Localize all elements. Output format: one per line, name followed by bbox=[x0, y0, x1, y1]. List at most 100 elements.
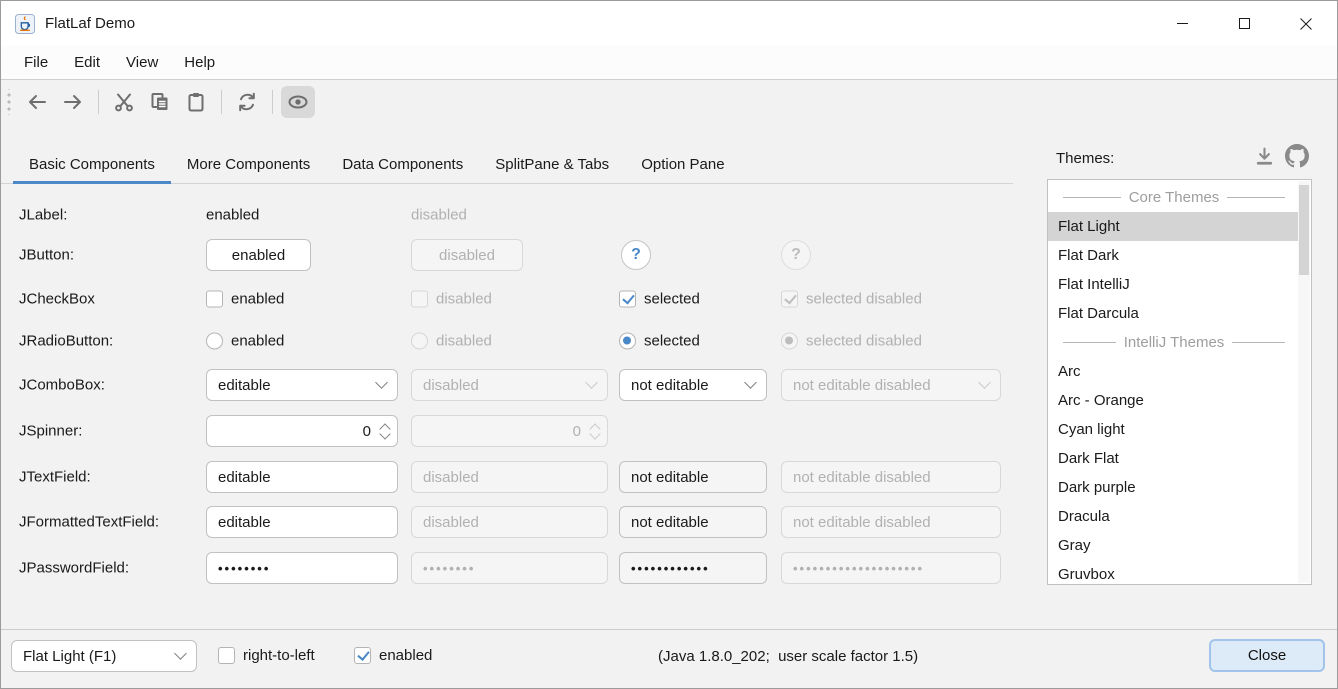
right-to-left-label: right-to-left bbox=[243, 647, 315, 664]
theme-switcher-value: Flat Light (F1) bbox=[23, 648, 116, 665]
minimize-button[interactable] bbox=[1151, 1, 1213, 46]
checkbox-checked-icon bbox=[619, 291, 636, 308]
menu-help[interactable]: Help bbox=[171, 49, 228, 76]
chevron-down-icon bbox=[174, 647, 187, 660]
radio-selected-icon bbox=[619, 333, 636, 350]
download-icon[interactable] bbox=[1253, 145, 1276, 168]
theme-item-arc-orange[interactable]: Arc - Orange bbox=[1048, 386, 1300, 415]
textfield-not-editable[interactable]: not editable bbox=[619, 461, 767, 493]
theme-item-dark-flat[interactable]: Dark Flat bbox=[1048, 444, 1300, 473]
checkbox-selected-label: selected bbox=[644, 291, 700, 308]
row-jpasswordfield: JPasswordField: •••••••• •••••••• ••••••… bbox=[19, 550, 1019, 586]
radio-icon bbox=[206, 333, 223, 350]
textfield-editable[interactable]: editable bbox=[206, 461, 398, 493]
combobox-editable[interactable]: editable bbox=[206, 369, 398, 401]
spinner-buttons-disabled bbox=[591, 425, 599, 438]
close-icon bbox=[1299, 17, 1313, 31]
themes-scrollbar-thumb[interactable] bbox=[1299, 185, 1309, 275]
spinner-disabled-value: 0 bbox=[423, 423, 591, 440]
menu-edit[interactable]: Edit bbox=[61, 49, 113, 76]
arrow-right-icon bbox=[62, 91, 84, 113]
java-app-icon bbox=[15, 14, 35, 34]
textfield-disabled: disabled bbox=[411, 461, 608, 493]
separator-line bbox=[1063, 197, 1121, 198]
radio-selected[interactable]: selected bbox=[619, 333, 700, 350]
maximize-button[interactable] bbox=[1213, 1, 1275, 46]
checkbox-checked-icon bbox=[781, 291, 798, 308]
combobox-disabled-value: disabled bbox=[423, 377, 479, 394]
themes-scrollbar[interactable] bbox=[1298, 181, 1310, 583]
tab-more-components[interactable]: More Components bbox=[171, 147, 326, 184]
radio-icon bbox=[411, 333, 428, 350]
tab-basic-components[interactable]: Basic Components bbox=[13, 147, 171, 184]
radio-enabled[interactable]: enabled bbox=[206, 333, 284, 350]
row-jformattedtextfield: JFormattedTextField: editable disabled n… bbox=[19, 504, 1019, 540]
formatted-textfield-not-editable[interactable]: not editable bbox=[619, 506, 767, 538]
close-window-button[interactable] bbox=[1275, 1, 1337, 46]
enabled-checkbox[interactable]: enabled bbox=[354, 647, 432, 664]
checkbox-checked-icon bbox=[354, 647, 371, 664]
cut-button[interactable] bbox=[107, 86, 141, 118]
combobox-not-editable-disabled: not editable disabled bbox=[781, 369, 1001, 401]
back-button[interactable] bbox=[20, 86, 54, 118]
spinner-enabled[interactable]: 0 bbox=[206, 415, 398, 447]
theme-switcher-combobox[interactable]: Flat Light (F1) bbox=[11, 640, 197, 672]
github-icon[interactable] bbox=[1285, 144, 1309, 168]
jradiobutton-row-label: JRadioButton: bbox=[19, 333, 113, 350]
paste-button[interactable] bbox=[179, 86, 213, 118]
theme-item-arc[interactable]: Arc bbox=[1048, 357, 1300, 386]
jlabel-disabled: disabled bbox=[411, 207, 467, 224]
tab-splitpane-tabs[interactable]: SplitPane & Tabs bbox=[479, 147, 625, 184]
menu-file[interactable]: File bbox=[11, 49, 61, 76]
theme-item-flat-light[interactable]: Flat Light bbox=[1048, 212, 1300, 241]
help-question-icon-disabled: ? bbox=[791, 246, 801, 264]
theme-item-dark-purple[interactable]: Dark purple bbox=[1048, 473, 1300, 502]
textfield-not-editable-disabled: not editable disabled bbox=[781, 461, 1001, 493]
menu-view[interactable]: View bbox=[113, 49, 171, 76]
radio-enabled-label: enabled bbox=[231, 333, 284, 350]
separator-line bbox=[1232, 342, 1285, 343]
scissors-icon bbox=[113, 91, 135, 113]
minimize-icon bbox=[1176, 17, 1189, 30]
themes-group-intellij-label: IntelliJ Themes bbox=[1124, 334, 1225, 351]
passwordfield-not-editable-disabled: •••••••••••••••••••• bbox=[781, 552, 1001, 584]
toolbar-grip[interactable] bbox=[7, 89, 11, 115]
theme-item-cyan-light[interactable]: Cyan light bbox=[1048, 415, 1300, 444]
theme-item-gruvbox[interactable]: Gruvbox bbox=[1048, 560, 1300, 585]
chevron-down-icon bbox=[744, 376, 757, 389]
themes-list: Core Themes Flat Light Flat Dark Flat In… bbox=[1047, 179, 1312, 585]
spinner-buttons[interactable] bbox=[381, 425, 389, 438]
passwordfield-not-editable[interactable]: •••••••••••• bbox=[619, 552, 767, 584]
enabled-button[interactable]: enabled bbox=[206, 239, 311, 271]
jspinner-row-label: JSpinner: bbox=[19, 423, 82, 440]
forward-button[interactable] bbox=[56, 86, 90, 118]
checkbox-icon bbox=[411, 291, 428, 308]
chevron-down-icon bbox=[585, 376, 598, 389]
close-button[interactable]: Close bbox=[1209, 639, 1325, 672]
show-toggle-button[interactable] bbox=[281, 86, 315, 118]
toolbar-separator bbox=[221, 90, 222, 114]
row-jcombobox: JComboBox: editable disabled not editabl… bbox=[19, 367, 1019, 403]
combobox-not-editable[interactable]: not editable bbox=[619, 369, 767, 401]
copy-button[interactable] bbox=[143, 86, 177, 118]
refresh-button[interactable] bbox=[230, 86, 264, 118]
theme-item-flat-intellij[interactable]: Flat IntelliJ bbox=[1048, 270, 1300, 299]
passwordfield-editable[interactable]: •••••••• bbox=[206, 552, 398, 584]
help-button[interactable]: ? bbox=[621, 240, 651, 270]
theme-item-dracula[interactable]: Dracula bbox=[1048, 502, 1300, 531]
radio-disabled-label: disabled bbox=[436, 333, 492, 350]
theme-item-gray[interactable]: Gray bbox=[1048, 531, 1300, 560]
jformattedtextfield-row-label: JFormattedTextField: bbox=[19, 514, 159, 531]
checkbox-selected[interactable]: selected bbox=[619, 291, 700, 308]
tab-data-components[interactable]: Data Components bbox=[326, 147, 479, 184]
jtextfield-row-label: JTextField: bbox=[19, 469, 91, 486]
jlabel-enabled: enabled bbox=[206, 207, 259, 224]
checkbox-enabled[interactable]: enabled bbox=[206, 291, 284, 308]
right-to-left-checkbox[interactable]: right-to-left bbox=[218, 647, 315, 664]
theme-item-flat-darcula[interactable]: Flat Darcula bbox=[1048, 299, 1300, 328]
help-button-disabled: ? bbox=[781, 240, 811, 270]
theme-item-flat-dark[interactable]: Flat Dark bbox=[1048, 241, 1300, 270]
radio-selected-disabled-label: selected disabled bbox=[806, 333, 922, 350]
tab-option-pane[interactable]: Option Pane bbox=[625, 147, 740, 184]
formatted-textfield-editable[interactable]: editable bbox=[206, 506, 398, 538]
